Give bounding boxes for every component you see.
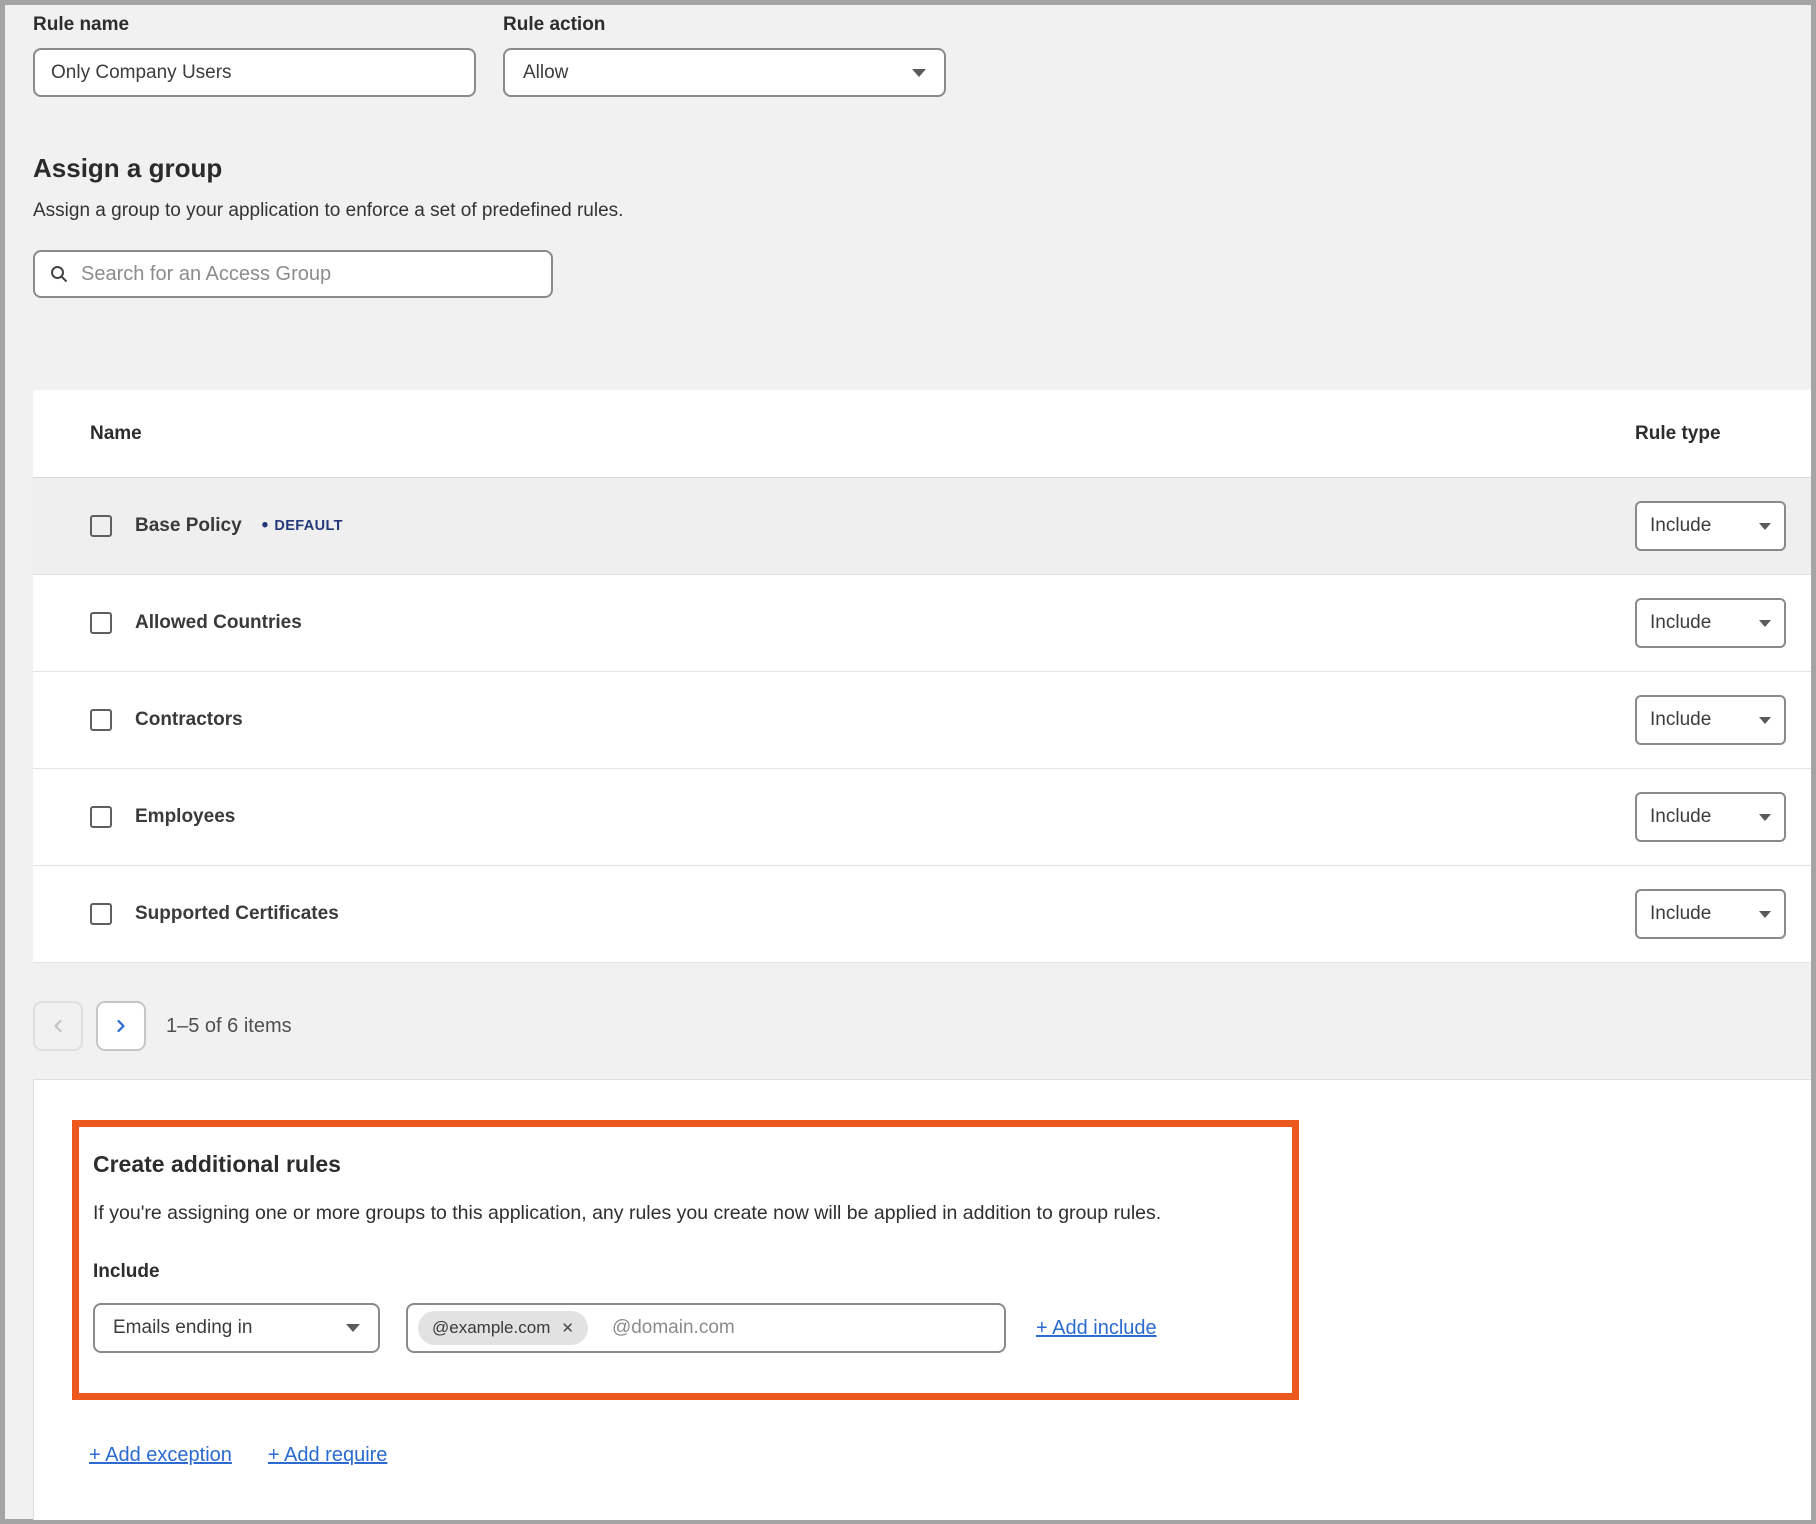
assign-group-heading: Assign a group <box>33 153 1811 184</box>
row-checkbox[interactable] <box>90 903 112 925</box>
chevron-down-icon <box>346 1324 360 1332</box>
rule-type-cell: Include <box>1635 598 1811 648</box>
row-name-cell: Base Policy DEFAULT <box>33 515 1635 537</box>
rule-form: Rule name Rule action Allow <box>33 14 1811 97</box>
row-name-cell: Employees <box>33 806 1635 828</box>
rule-action-dropdown[interactable]: Allow <box>503 48 946 97</box>
chevron-down-icon <box>1759 620 1771 627</box>
table-row: Contractors Include <box>33 672 1811 769</box>
rule-type-value: Include <box>1650 709 1711 731</box>
page: Rule name Rule action Allow Assign a gro… <box>5 5 1811 1519</box>
table-row: Employees Include <box>33 769 1811 866</box>
rule-name-label: Rule name <box>33 14 476 36</box>
default-badge-label: DEFAULT <box>274 518 343 534</box>
chevron-down-icon <box>912 69 926 77</box>
additional-rules-card: Create additional rules If you're assign… <box>33 1079 1811 1520</box>
default-badge: DEFAULT <box>262 515 343 537</box>
include-label: Include <box>93 1261 1262 1283</box>
group-name: Base Policy <box>135 515 242 537</box>
chevron-down-icon <box>1759 717 1771 724</box>
rule-type-value: Include <box>1650 515 1711 537</box>
rule-type-value: Include <box>1650 806 1711 828</box>
include-rule-controls: Emails ending in @example.com ✕ @domain.… <box>93 1303 1262 1353</box>
add-require-link[interactable]: + Add require <box>268 1444 388 1467</box>
rule-type-dropdown[interactable]: Include <box>1635 598 1786 648</box>
chevron-down-icon <box>1759 523 1771 530</box>
rule-action-value: Allow <box>523 62 568 84</box>
next-page-button[interactable] <box>96 1001 146 1051</box>
row-name-cell: Allowed Countries <box>33 612 1635 634</box>
remove-chip-icon[interactable]: ✕ <box>561 1321 574 1336</box>
row-checkbox[interactable] <box>90 806 112 828</box>
create-additional-rules-description: If you're assigning one or more groups t… <box>93 1202 1262 1225</box>
table-row: Allowed Countries Include <box>33 575 1811 672</box>
email-chip: @example.com ✕ <box>418 1311 588 1345</box>
table-row: Base Policy DEFAULT Include <box>33 478 1811 575</box>
create-additional-rules-heading: Create additional rules <box>93 1151 1262 1178</box>
rule-type-dropdown[interactable]: Include <box>1635 695 1786 745</box>
row-checkbox[interactable] <box>90 709 112 731</box>
row-checkbox[interactable] <box>90 612 112 634</box>
chevron-left-icon <box>51 1018 65 1034</box>
group-name: Supported Certificates <box>135 903 339 925</box>
previous-page-button[interactable] <box>33 1001 83 1051</box>
assign-group-description: Assign a group to your application to en… <box>33 200 1811 222</box>
email-input-placeholder: @domain.com <box>612 1317 735 1339</box>
rule-name-field: Rule name <box>33 14 476 97</box>
chevron-down-icon <box>1759 814 1771 821</box>
email-domains-input[interactable]: @example.com ✕ @domain.com <box>406 1303 1006 1353</box>
condition-value: Emails ending in <box>113 1317 252 1339</box>
pagination-label: 1–5 of 6 items <box>166 1015 292 1038</box>
rule-type-dropdown[interactable]: Include <box>1635 501 1786 551</box>
column-header-rule-type: Rule type <box>1635 423 1811 445</box>
rule-type-value: Include <box>1650 903 1711 925</box>
group-table-body: Base Policy DEFAULT Include Allowed Coun… <box>33 478 1811 963</box>
email-chip-value: @example.com <box>432 1318 550 1338</box>
rule-type-dropdown[interactable]: Include <box>1635 889 1786 939</box>
access-group-search[interactable] <box>33 250 553 298</box>
table-header: Name Rule type <box>33 390 1811 478</box>
rule-name-input[interactable] <box>33 48 476 97</box>
column-header-name: Name <box>33 423 1635 445</box>
table-row: Supported Certificates Include <box>33 866 1811 963</box>
group-name: Allowed Countries <box>135 612 302 634</box>
rule-type-cell: Include <box>1635 792 1811 842</box>
group-name: Contractors <box>135 709 243 731</box>
search-icon <box>49 264 69 284</box>
group-name: Employees <box>135 806 235 828</box>
chevron-down-icon <box>1759 911 1771 918</box>
row-name-cell: Contractors <box>33 709 1635 731</box>
create-additional-rules-highlight: Create additional rules If you're assign… <box>72 1120 1299 1400</box>
rule-type-value: Include <box>1650 612 1711 634</box>
rule-type-dropdown[interactable]: Include <box>1635 792 1786 842</box>
group-table: Name Rule type Base Policy DEFAULT Inclu… <box>33 390 1811 963</box>
row-name-cell: Supported Certificates <box>33 903 1635 925</box>
rule-action-field: Rule action Allow <box>503 14 946 97</box>
add-exception-link[interactable]: + Add exception <box>89 1444 232 1467</box>
rule-links-row: + Add exception + Add require <box>89 1444 1811 1467</box>
row-checkbox[interactable] <box>90 515 112 537</box>
search-input[interactable] <box>81 263 537 286</box>
rule-type-cell: Include <box>1635 889 1811 939</box>
add-include-link[interactable]: + Add include <box>1036 1317 1157 1340</box>
condition-dropdown[interactable]: Emails ending in <box>93 1303 380 1353</box>
rule-type-cell: Include <box>1635 501 1811 551</box>
chevron-right-icon <box>114 1018 128 1034</box>
default-badge-dot-icon <box>262 515 269 537</box>
pagination: 1–5 of 6 items <box>33 1001 1811 1051</box>
rule-action-label: Rule action <box>503 14 946 36</box>
rule-type-cell: Include <box>1635 695 1811 745</box>
